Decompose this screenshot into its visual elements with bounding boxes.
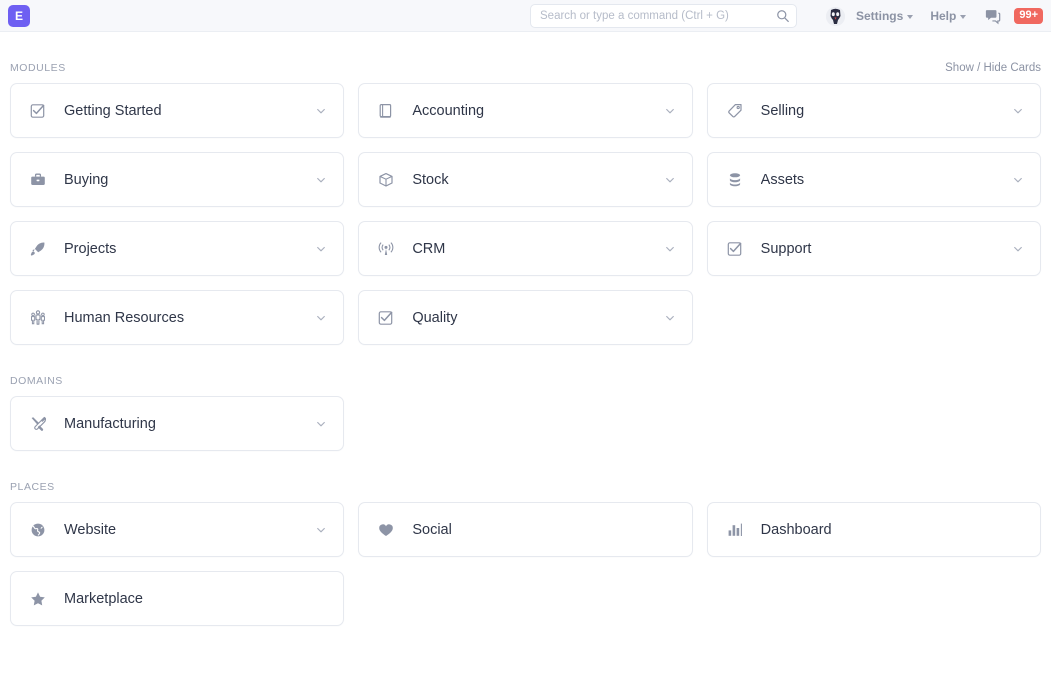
tools-icon [30, 416, 46, 432]
card-label: Manufacturing [64, 416, 315, 432]
chevron-down-icon[interactable] [664, 243, 676, 255]
card-label: Quality [412, 310, 663, 326]
navbar-right-group: Settings Help 99+ [826, 0, 1043, 32]
chevron-down-icon[interactable] [315, 243, 327, 255]
card-label: Projects [64, 241, 315, 257]
section-title: MODULES [10, 62, 66, 74]
card-label: Selling [761, 103, 1012, 119]
card-assets[interactable]: Assets [707, 152, 1041, 207]
sections-root: MODULES Show / Hide Cards Getting Started A… [10, 32, 1041, 626]
card-marketplace[interactable]: Marketplace [10, 571, 344, 626]
briefcase-icon [30, 172, 46, 188]
card-label: Buying [64, 172, 315, 188]
section-title: PLACES [10, 481, 55, 493]
card-website[interactable]: Website [10, 502, 344, 557]
desk-page: MODULES Show / Hide Cards Getting Started A… [0, 32, 1051, 626]
section-title: DOMAINS [10, 375, 63, 387]
help-label: Help [930, 9, 956, 23]
chevron-down-icon[interactable] [1012, 243, 1024, 255]
database-icon [727, 172, 743, 188]
tag-icon [727, 103, 743, 119]
check-square-icon [727, 241, 743, 257]
star-icon [30, 591, 46, 607]
comment-icon[interactable] [983, 7, 1001, 25]
chevron-down-icon[interactable] [315, 105, 327, 117]
people-icon [30, 310, 46, 326]
settings-label: Settings [856, 9, 903, 23]
globe-icon [30, 522, 46, 538]
card-getting-started[interactable]: Getting Started [10, 83, 344, 138]
card-grid: Getting Started Accounting Selling Buying St… [10, 83, 1041, 345]
help-menu[interactable]: Help [930, 9, 966, 23]
card-support[interactable]: Support [707, 221, 1041, 276]
card-dashboard[interactable]: Dashboard [707, 502, 1041, 557]
settings-menu[interactable]: Settings [856, 9, 913, 23]
card-label: Marketplace [64, 591, 327, 607]
search-container [530, 4, 797, 28]
check-square-icon [378, 310, 394, 326]
chevron-down-icon [960, 15, 966, 19]
card-label: Getting Started [64, 103, 315, 119]
section-header: PLACES [10, 451, 1041, 502]
card-label: Stock [412, 172, 663, 188]
chevron-down-icon[interactable] [315, 312, 327, 324]
card-projects[interactable]: Projects [10, 221, 344, 276]
rocket-icon [30, 241, 46, 257]
section-modules: MODULES Show / Hide Cards Getting Started A… [10, 32, 1041, 345]
heart-icon [378, 522, 394, 538]
card-quality[interactable]: Quality [358, 290, 692, 345]
card-selling[interactable]: Selling [707, 83, 1041, 138]
book-icon [378, 103, 394, 119]
section-domains: DOMAINS Manufacturing [10, 345, 1041, 451]
chevron-down-icon[interactable] [664, 105, 676, 117]
card-stock[interactable]: Stock [358, 152, 692, 207]
card-social[interactable]: Social [358, 502, 692, 557]
card-accounting[interactable]: Accounting [358, 83, 692, 138]
chevron-down-icon[interactable] [315, 418, 327, 430]
show-hide-cards-link[interactable]: Show / Hide Cards [945, 62, 1041, 74]
section-places: PLACES Website Social Dashboard Marketplace [10, 451, 1041, 626]
search-input[interactable] [530, 4, 797, 28]
card-grid: Manufacturing [10, 396, 1041, 451]
chevron-down-icon[interactable] [664, 174, 676, 186]
check-square-icon [30, 103, 46, 119]
navbar: E Settings Help [0, 0, 1051, 32]
card-label: Assets [761, 172, 1012, 188]
card-buying[interactable]: Buying [10, 152, 344, 207]
bar-chart-icon [727, 522, 743, 538]
broadcast-icon [378, 241, 394, 257]
card-label: Accounting [412, 103, 663, 119]
chevron-down-icon[interactable] [315, 524, 327, 536]
card-label: Dashboard [761, 522, 1024, 538]
card-label: CRM [412, 241, 663, 257]
chevron-down-icon [907, 15, 913, 19]
chevron-down-icon[interactable] [315, 174, 327, 186]
card-label: Website [64, 522, 315, 538]
card-label: Human Resources [64, 310, 315, 326]
section-header: DOMAINS [10, 345, 1041, 396]
box-icon [378, 172, 394, 188]
app-logo[interactable]: E [8, 5, 30, 27]
avatar[interactable] [826, 7, 845, 26]
notification-badge[interactable]: 99+ [1014, 8, 1043, 24]
section-header: MODULES Show / Hide Cards [10, 32, 1041, 83]
chevron-down-icon[interactable] [1012, 105, 1024, 117]
card-human-resources[interactable]: Human Resources [10, 290, 344, 345]
card-grid: Website Social Dashboard Marketplace [10, 502, 1041, 626]
card-crm[interactable]: CRM [358, 221, 692, 276]
card-label: Social [412, 522, 675, 538]
card-manufacturing[interactable]: Manufacturing [10, 396, 344, 451]
chevron-down-icon[interactable] [664, 312, 676, 324]
card-label: Support [761, 241, 1012, 257]
chevron-down-icon[interactable] [1012, 174, 1024, 186]
